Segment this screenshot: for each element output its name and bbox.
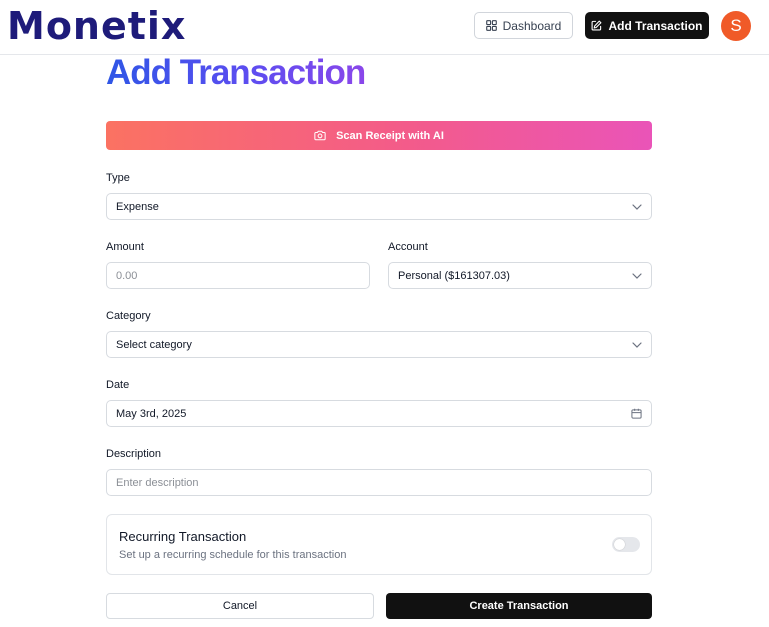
type-label: Type	[106, 172, 130, 184]
chevron-down-icon	[632, 341, 642, 348]
recurring-title: Recurring Transaction	[119, 529, 247, 544]
recurring-transaction-card: Recurring Transaction Set up a recurring…	[106, 514, 652, 575]
camera-icon	[314, 130, 326, 141]
scan-receipt-label: Scan Receipt with AI	[336, 129, 444, 142]
description-field[interactable]	[106, 469, 652, 496]
type-select-value: Expense	[116, 200, 159, 213]
calendar-icon	[631, 408, 642, 419]
dashboard-button-label: Dashboard	[502, 18, 562, 33]
recurring-toggle[interactable]	[612, 537, 640, 552]
category-select[interactable]: Select category	[106, 331, 652, 358]
pen-square-icon	[591, 20, 602, 31]
cancel-button[interactable]: Cancel	[106, 593, 374, 619]
date-picker-value: May 3rd, 2025	[116, 407, 187, 420]
add-transaction-nav-button[interactable]: Add Transaction	[585, 12, 709, 39]
account-label: Account	[388, 241, 428, 253]
date-picker[interactable]: May 3rd, 2025	[106, 400, 652, 427]
chevron-down-icon	[632, 203, 642, 210]
user-avatar[interactable]: S	[721, 11, 751, 41]
category-label: Category	[106, 310, 151, 322]
layout-dashboard-icon	[485, 20, 497, 31]
account-select-value: Personal ($161307.03)	[398, 269, 510, 282]
description-input[interactable]	[116, 476, 642, 489]
logo[interactable]: Monetix	[7, 4, 186, 48]
category-select-value: Select category	[116, 338, 192, 351]
amount-field[interactable]	[106, 262, 370, 289]
description-label: Description	[106, 448, 162, 460]
dashboard-button[interactable]: Dashboard	[474, 12, 573, 39]
create-transaction-button[interactable]: Create Transaction	[386, 593, 652, 619]
toggle-knob	[614, 539, 625, 550]
add-transaction-nav-label: Add Transaction	[608, 18, 703, 33]
amount-input[interactable]	[116, 269, 360, 282]
type-select[interactable]: Expense	[106, 193, 652, 220]
account-select[interactable]: Personal ($161307.03)	[388, 262, 652, 289]
top-navbar: Monetix Dashboard Add Transaction S	[0, 0, 769, 55]
chevron-down-icon	[632, 272, 642, 279]
scan-receipt-button[interactable]: Scan Receipt with AI	[106, 121, 652, 150]
amount-label: Amount	[106, 241, 144, 253]
date-label: Date	[106, 379, 130, 391]
page-title: Add Transaction	[106, 53, 366, 92]
recurring-subtitle: Set up a recurring schedule for this tra…	[119, 549, 347, 561]
